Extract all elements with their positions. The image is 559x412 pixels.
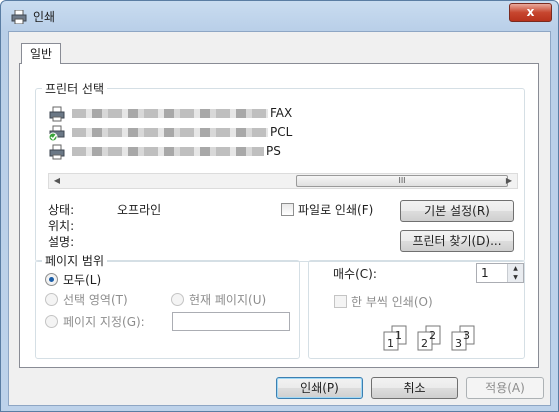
status-label: 상태: [48, 203, 75, 217]
all-pages-radio[interactable] [45, 273, 58, 286]
collate-page-2: 2 [429, 329, 436, 342]
page-range-title: 페이지 범위 [42, 252, 108, 269]
status-value: 오프라인 [117, 203, 162, 217]
scroll-right-arrow-icon[interactable]: ▶ [501, 174, 517, 188]
printer-item-ps[interactable]: PS [48, 143, 348, 161]
printer-name-redacted [72, 128, 268, 137]
collate-page-2: 2 [421, 337, 428, 350]
collate-page-3: 3 [455, 337, 462, 350]
selection-label[interactable]: 선택 영역(T) [63, 291, 128, 308]
printer-list[interactable]: FAX PCL PS [48, 105, 518, 165]
title-bar: 인쇄 x [1, 1, 558, 31]
location-label: 위치: [48, 219, 75, 233]
close-button[interactable]: x [509, 3, 552, 22]
collate-page-3: 3 [463, 329, 470, 342]
collate-illustration-icon: 1 1 2 2 3 3 [383, 325, 475, 351]
selection-radio[interactable] [45, 293, 58, 306]
printer-icon [11, 10, 27, 24]
current-page-radio[interactable] [171, 293, 184, 306]
collate-label[interactable]: 한 부씩 인쇄(O) [351, 293, 433, 310]
apply-button[interactable]: 적용(A) [466, 377, 544, 399]
spin-down-icon[interactable]: ▼ [507, 273, 523, 282]
scroll-thumb[interactable]: III [296, 175, 508, 187]
printer-name-suffix: FAX [270, 106, 293, 120]
pages-radio[interactable] [45, 315, 58, 328]
print-dialog: 인쇄 x 일반 프린터 선택 FAX PCL PS ◀ III ▶ 상태: 오프… [0, 0, 559, 412]
printer-name-suffix: PS [266, 144, 281, 158]
copies-label: 매수(C): [333, 267, 377, 281]
printer-item-fax[interactable]: FAX [48, 105, 348, 123]
printer-select-title: 프린터 선택 [42, 80, 108, 97]
dialog-client-area: 일반 프린터 선택 FAX PCL PS ◀ III ▶ 상태: 오프라인 위치… [8, 31, 551, 406]
general-tab-panel: 프린터 선택 FAX PCL PS ◀ III ▶ 상태: 오프라인 위치: 설… [19, 63, 539, 368]
find-printer-button[interactable]: 프린터 찾기(D)... [400, 230, 514, 252]
comment-label: 설명: [48, 235, 75, 249]
window-title: 인쇄 [33, 10, 56, 24]
collate-page-1: 1 [395, 329, 402, 342]
preferences-button[interactable]: 기본 설정(R) [400, 200, 514, 222]
all-pages-label[interactable]: 모두(L) [63, 271, 101, 288]
current-page-label[interactable]: 현재 페이지(U) [189, 291, 266, 308]
print-button[interactable]: 인쇄(P) [276, 377, 363, 399]
print-to-file-label[interactable]: 파일로 인쇄(F) [298, 201, 373, 218]
copies-stepper[interactable]: 1 ▲ ▼ [476, 263, 524, 283]
collate-checkbox[interactable] [334, 295, 347, 308]
printer-icon [49, 106, 65, 122]
scroll-left-arrow-icon[interactable]: ◀ [49, 174, 65, 188]
pages-label[interactable]: 페이지 지정(G): [63, 313, 145, 330]
printer-icon [49, 144, 65, 160]
collate-page-1: 1 [387, 337, 394, 350]
printer-name-redacted [72, 147, 264, 156]
printer-item-pcl[interactable]: PCL [48, 124, 348, 142]
spin-up-icon[interactable]: ▲ [507, 264, 523, 273]
printer-name-suffix: PCL [270, 125, 293, 139]
printer-name-redacted [72, 109, 268, 118]
copies-value[interactable]: 1 [481, 266, 489, 280]
cancel-button[interactable]: 취소 [371, 377, 458, 399]
print-to-file-checkbox[interactable] [281, 203, 294, 216]
printer-select-group: 프린터 선택 FAX PCL PS ◀ III ▶ 상태: 오프라인 위치: 설… [35, 80, 525, 262]
pages-input[interactable] [172, 312, 290, 331]
default-printer-icon [48, 125, 65, 141]
printer-list-scrollbar[interactable]: ◀ III ▶ [48, 173, 518, 189]
tab-general[interactable]: 일반 [21, 43, 61, 64]
page-range-group: 페이지 범위 모두(L) 선택 영역(T) 현재 페이지(U) 페이지 지정(G… [35, 252, 300, 359]
